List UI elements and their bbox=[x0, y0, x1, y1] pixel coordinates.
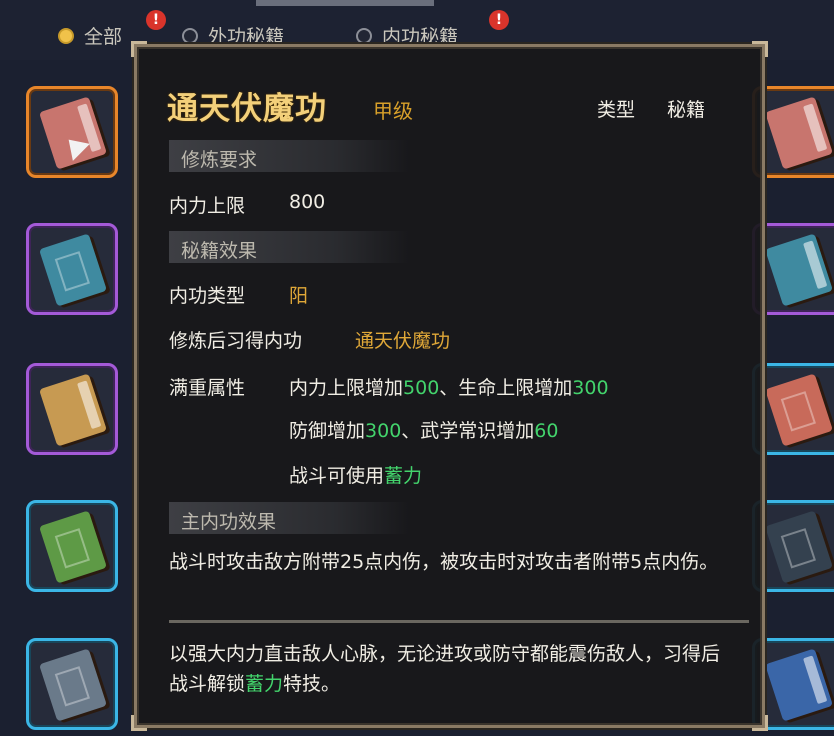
filter-all[interactable]: 全部 bbox=[58, 22, 122, 49]
learn-value: 通天伏魔功 bbox=[355, 330, 451, 352]
book-icon bbox=[765, 648, 833, 722]
req-value: 800 bbox=[289, 191, 326, 213]
neigong-type-value: 阳 bbox=[289, 285, 309, 307]
item-name: 通天伏魔功 bbox=[167, 91, 327, 127]
neigong-type-label: 内功类型 bbox=[169, 285, 246, 307]
attr-value: 500 bbox=[403, 377, 440, 399]
frame-corner bbox=[752, 715, 768, 731]
frame-corner bbox=[752, 41, 768, 57]
radio-icon[interactable] bbox=[182, 27, 198, 44]
book-slot[interactable] bbox=[26, 638, 118, 730]
attr-text: 防御增加 bbox=[289, 420, 366, 442]
learn-label: 修炼后习得内功 bbox=[169, 330, 303, 352]
attr-text: 、生命上限增加 bbox=[439, 377, 573, 399]
divider bbox=[169, 620, 749, 623]
attr-text: 战斗可使用 bbox=[289, 465, 385, 487]
radio-selected-icon[interactable] bbox=[58, 27, 74, 44]
book-slot[interactable] bbox=[26, 500, 118, 592]
main-effect-text: 战斗时攻击敌方附带25点内伤，被攻击时对攻击者附带5点内伤。 bbox=[169, 551, 719, 573]
attr-text: 内力上限增加 bbox=[289, 377, 404, 399]
book-icon bbox=[39, 233, 107, 307]
full-attr-label: 满重属性 bbox=[169, 377, 246, 399]
section-header-requirements: 修炼要求 bbox=[169, 140, 409, 172]
book-icon bbox=[765, 510, 833, 584]
book-icon bbox=[39, 510, 107, 584]
book-slot[interactable] bbox=[26, 223, 118, 315]
skill-name: 蓄力 bbox=[245, 673, 284, 695]
book-icon bbox=[765, 96, 833, 170]
book-icon bbox=[39, 373, 107, 447]
type-label: 类型 bbox=[597, 99, 636, 121]
description-text: 以强大内力直击敌人心脉，无论进攻或防守都能震伤敌人，习得后战斗解锁蓄力特技。 bbox=[169, 639, 729, 699]
section-header-main-effect: 主内功效果 bbox=[169, 502, 409, 534]
book-icon bbox=[765, 233, 833, 307]
attr-value: 300 bbox=[572, 377, 609, 399]
radio-icon[interactable] bbox=[356, 27, 372, 44]
book-icon bbox=[765, 373, 833, 447]
type-value: 秘籍 bbox=[667, 99, 706, 121]
attr-value: 60 bbox=[534, 420, 559, 442]
full-attr-line-1: 内力上限增加500、生命上限增加300 bbox=[289, 373, 609, 400]
book-slot[interactable] bbox=[26, 363, 118, 455]
alert-icon: ! bbox=[489, 10, 509, 30]
full-attr-line-2: 防御增加300、武学常识增加60 bbox=[289, 416, 558, 443]
attr-text: 、武学常识增加 bbox=[401, 420, 535, 442]
attr-value: 300 bbox=[365, 420, 402, 442]
filter-all-label: 全部 bbox=[84, 26, 123, 48]
book-slot[interactable] bbox=[26, 86, 118, 178]
section-title: 修炼要求 bbox=[181, 149, 258, 171]
section-title: 主内功效果 bbox=[181, 511, 277, 533]
book-icon bbox=[39, 648, 107, 722]
item-tooltip: 通天伏魔功 甲级 类型 秘籍 修炼要求 内力上限 800 秘籍效果 内功类型 阳… bbox=[131, 41, 768, 731]
frame-corner bbox=[131, 41, 147, 57]
skill-name: 蓄力 bbox=[384, 465, 423, 487]
req-label: 内力上限 bbox=[169, 195, 246, 217]
top-tab-strip bbox=[256, 0, 434, 6]
section-header-effects: 秘籍效果 bbox=[169, 231, 409, 263]
alert-icon: ! bbox=[146, 10, 166, 30]
item-grade: 甲级 bbox=[373, 99, 413, 123]
section-title: 秘籍效果 bbox=[181, 240, 258, 262]
desc-text: 特技。 bbox=[283, 673, 341, 695]
frame-corner bbox=[131, 715, 147, 731]
full-attr-line-3: 战斗可使用蓄力 bbox=[289, 461, 422, 488]
